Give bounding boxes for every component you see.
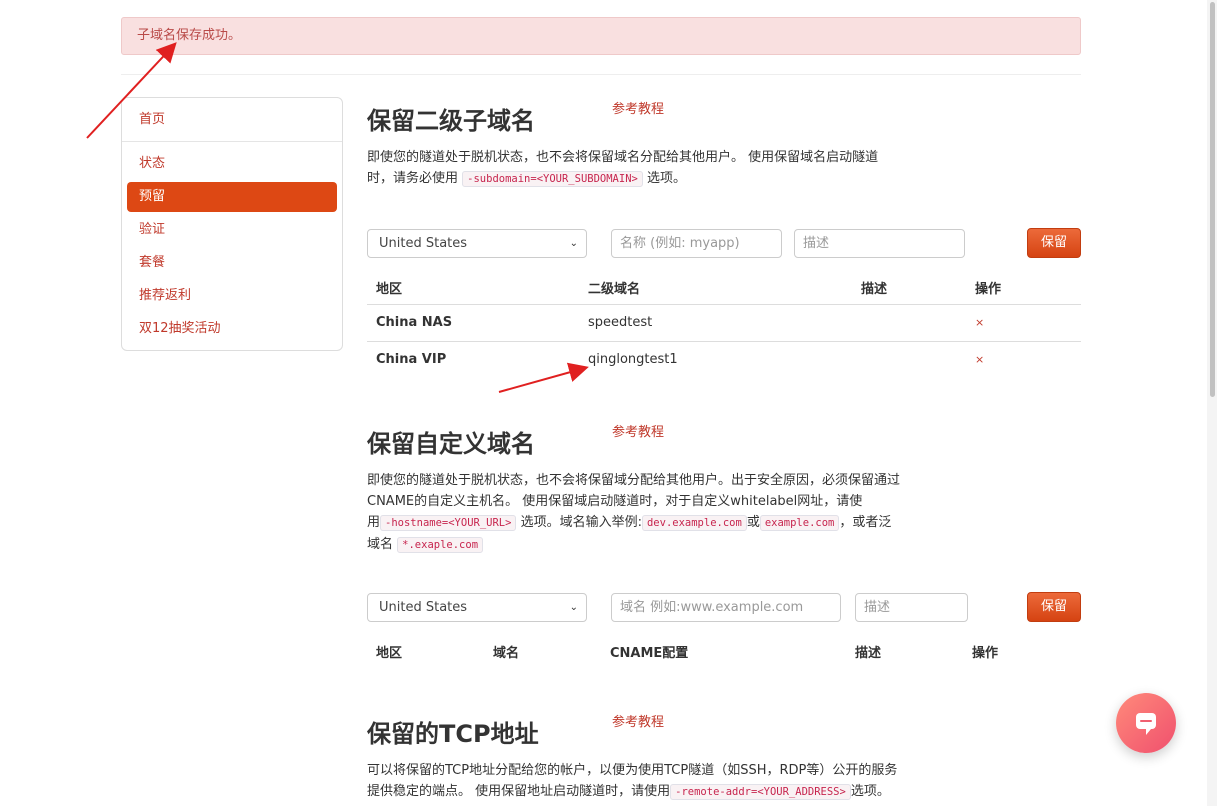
row1-delete-icon[interactable]: × (975, 316, 984, 329)
tcp-desc-line1: 可以将保留的TCP地址分配给您的帐户，以便为使用TCP隧道（如SSH，RDP等）… (367, 763, 898, 778)
row2-delete-icon[interactable]: × (975, 353, 984, 366)
row2-subdomain: qinglongtest1 (588, 352, 678, 367)
divider (121, 74, 1081, 75)
chevron-down-icon: ⌄ (569, 602, 578, 613)
subdomain-col-action: 操作 (975, 282, 1002, 297)
hostname-code: -hostname=<YOUR_URL> (380, 515, 517, 531)
sidebar-item-reserve[interactable]: 预留 (127, 182, 337, 212)
customdomain-col-region: 地区 (376, 646, 403, 661)
subdomain-code: -subdomain=<YOUR_SUBDOMAIN> (462, 171, 643, 187)
subdomain-save-button[interactable]: 保留 (1027, 228, 1081, 258)
chat-button[interactable] (1116, 693, 1176, 753)
customdomain-save-button[interactable]: 保留 (1027, 592, 1081, 622)
subdomain-title: 保留二级子域名 (367, 107, 535, 135)
annotation-arrow-row (498, 362, 589, 393)
tcp-title: 保留的TCP地址 (367, 720, 539, 748)
subdomain-name-input[interactable]: 名称 (例如: myapp) (611, 229, 782, 258)
sidebar-item-referral[interactable]: 推荐返利 (127, 281, 337, 311)
customdomain-description: 即使您的隧道处于脱机状态，也不会将保留域分配给其他用户。出于安全原因，必须保留通… (367, 470, 967, 556)
customdomain-col-domain: 域名 (493, 646, 520, 661)
row2-region: China VIP (376, 352, 447, 367)
subdomain-col-region: 地区 (376, 282, 403, 297)
table-divider (367, 341, 1081, 342)
sidebar-nav: 首页 状态 预留 验证 套餐 推荐返利 双12抽奖活动 (121, 97, 343, 351)
customdomain-desc-line2: CNAME的自定义主机名。 使用保留域启动隧道时，对于自定义whitelabel… (367, 494, 863, 509)
success-alert: 子域名保存成功。 (121, 17, 1081, 55)
tcp-tutorial-link[interactable]: 参考教程 (612, 711, 664, 730)
tcp-desc-line2: 提供稳定的端点。 使用保留地址启动隧道时，请使用 -remote-addr=<YO… (367, 784, 890, 800)
subdomain-tutorial-link[interactable]: 参考教程 (612, 98, 664, 117)
row1-region: China NAS (376, 315, 453, 330)
example-code-1: dev.example.com (641, 515, 747, 531)
customdomain-region-select[interactable]: United States ⌄ (367, 593, 587, 622)
customdomain-desc-line4: 域名 *.exaple.com (367, 534, 967, 556)
customdomain-col-desc: 描述 (855, 646, 882, 661)
sidebar-item-home[interactable]: 首页 (127, 105, 337, 135)
sidebar-divider (122, 141, 342, 142)
chat-bubble-icon (1136, 713, 1156, 735)
subdomain-region-select[interactable]: United States ⌄ (367, 229, 587, 258)
table-divider (367, 304, 1081, 305)
customdomain-domain-input[interactable]: 域名 例如:www.example.com (611, 593, 841, 622)
customdomain-desc-input[interactable]: 描述 (855, 593, 968, 622)
sidebar-item-verify[interactable]: 验证 (127, 215, 337, 245)
subdomain-desc-line2: 时，请务必使用 -subdomain=<YOUR_SUBDOMAIN> 选项。 (367, 171, 686, 187)
subdomain-desc-line1: 即使您的隧道处于脱机状态，也不会将保留域名分配给其他用户。 使用保留域名启动隧道 (367, 150, 879, 165)
customdomain-tutorial-link[interactable]: 参考教程 (612, 421, 664, 440)
customdomain-desc-line1: 即使您的隧道处于脱机状态，也不会将保留域分配给其他用户。出于安全原因，必须保留通… (367, 473, 901, 488)
wildcard-code: *.exaple.com (397, 537, 484, 553)
scrollbar[interactable] (1207, 0, 1217, 806)
subdomain-description: 即使您的隧道处于脱机状态，也不会将保留域名分配给其他用户。 使用保留域名启动隧道… (367, 147, 947, 190)
customdomain-col-cname: CNAME配置 (610, 646, 689, 661)
tcp-description: 可以将保留的TCP地址分配给您的帐户，以便为使用TCP隧道（如SSH，RDP等）… (367, 760, 967, 803)
sidebar-item-plans[interactable]: 套餐 (127, 248, 337, 278)
sidebar-item-lottery[interactable]: 双12抽奖活动 (127, 314, 337, 344)
subdomain-col-desc: 描述 (861, 282, 888, 297)
remote-addr-code: -remote-addr=<YOUR_ADDRESS> (670, 784, 851, 800)
customdomain-desc-line3: 用 -hostname=<YOUR_URL> 选项。域名输入举例: dev.exam… (367, 515, 892, 531)
chevron-down-icon: ⌄ (569, 238, 578, 249)
customdomain-title: 保留自定义域名 (367, 430, 535, 458)
example-code-2: example.com (759, 515, 840, 531)
sidebar-item-status[interactable]: 状态 (127, 149, 337, 179)
row1-subdomain: speedtest (588, 315, 653, 330)
subdomain-desc-input[interactable]: 描述 (794, 229, 965, 258)
scrollbar-thumb[interactable] (1210, 2, 1215, 397)
customdomain-col-action: 操作 (972, 646, 999, 661)
subdomain-col-subdomain: 二级域名 (588, 282, 641, 297)
